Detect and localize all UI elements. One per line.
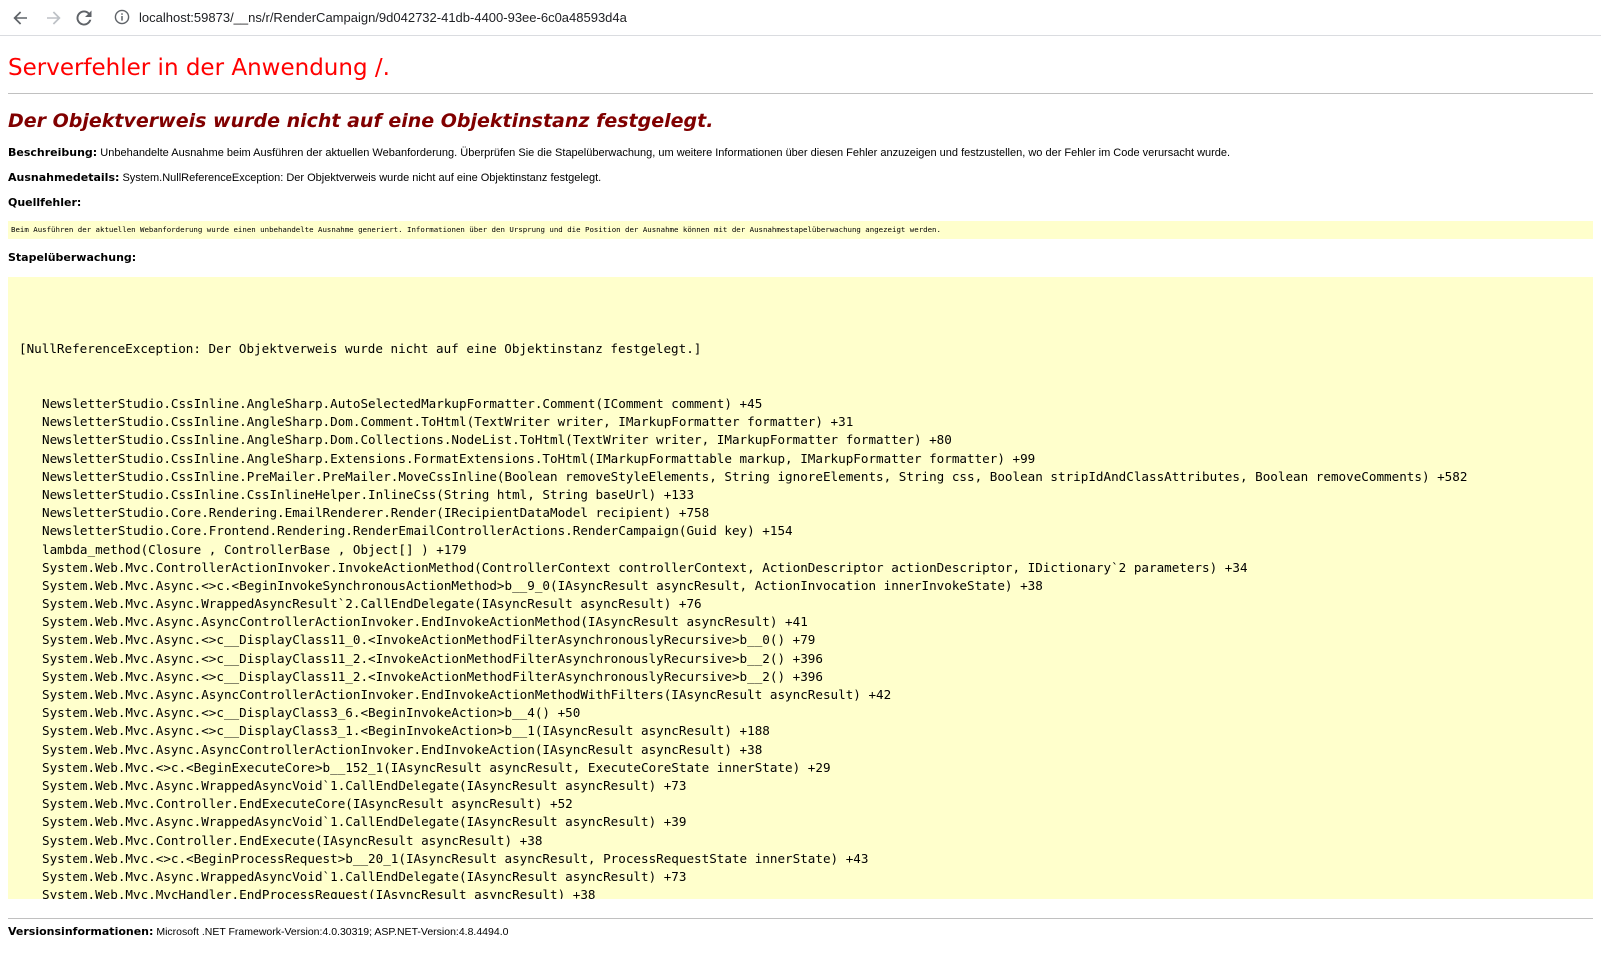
stack-frame: System.Web.Mvc.Async.<>c__DisplayClass11…	[42, 668, 823, 684]
description-label: Beschreibung:	[8, 146, 98, 159]
stack-frame: NewsletterStudio.CssInline.CssInlineHelp…	[42, 486, 695, 502]
stack-frame: NewsletterStudio.CssInline.AngleSharp.Ex…	[42, 450, 1036, 466]
title-divider	[8, 93, 1593, 94]
stack-frame: System.Web.Mvc.Async.<>c__DisplayClass11…	[42, 632, 816, 648]
stack-frame: NewsletterStudio.CssInline.AngleSharp.Do…	[42, 414, 854, 430]
stack-frame: lambda_method(Closure , ControllerBase ,…	[42, 541, 467, 557]
stack-frame: System.Web.Mvc.Controller.EndExecute(IAs…	[42, 832, 543, 848]
reload-button[interactable]	[73, 7, 95, 29]
stack-frame: NewsletterStudio.CssInline.PreMailer.Pre…	[42, 468, 1468, 484]
source-error-label: Quellfehler:	[8, 196, 82, 209]
exception-text: System.NullReferenceException: Der Objek…	[122, 172, 602, 184]
forward-button[interactable]	[42, 7, 64, 29]
version-label: Versionsinformationen:	[8, 925, 154, 938]
error-subtitle: Der Objektverweis wurde nicht auf eine O…	[8, 110, 714, 132]
forward-arrow-icon	[47, 11, 61, 25]
browser-toolbar: localhost:59873/__ns/r/RenderCampaign/9d…	[0, 0, 1601, 36]
stack-frame: System.Web.Mvc.Async.WrappedAsyncResult`…	[42, 596, 702, 612]
version-text: Microsoft .NET Framework-Version:4.0.303…	[156, 926, 509, 938]
stack-frame: System.Web.Mvc.Async.AsyncControllerActi…	[42, 687, 892, 702]
stack-frame: System.Web.Mvc.Async.AsyncControllerActi…	[42, 741, 763, 757]
stack-trace-section: Stapelüberwachung:	[8, 251, 1593, 265]
exception-label: Ausnahmedetails:	[8, 171, 120, 184]
stack-trace-label: Stapelüberwachung:	[8, 251, 137, 264]
stack-frame: System.Web.Mvc.Async.WrappedAsyncVoid`1.…	[42, 777, 687, 793]
info-icon[interactable]	[114, 9, 130, 25]
source-error-section: Quellfehler:	[8, 196, 1593, 210]
description-text: Unbehandelte Ausnahme beim Ausführen der…	[100, 147, 1231, 159]
version-info: Versionsinformationen: Microsoft .NET Fr…	[8, 925, 1593, 939]
reload-icon	[76, 10, 92, 26]
stack-frame: System.Web.Mvc.Async.WrappedAsyncVoid`1.…	[42, 868, 687, 884]
back-button[interactable]	[10, 7, 32, 29]
stack-trace-header: [NullReferenceException: Der Objektverwe…	[19, 341, 702, 357]
stack-frame: System.Web.Mvc.ControllerActionInvoker.I…	[42, 559, 1248, 575]
back-arrow-icon	[13, 11, 27, 25]
address-bar[interactable]: localhost:59873/__ns/r/RenderCampaign/9d…	[139, 10, 627, 25]
stack-frame: System.Web.Mvc.<>c.<BeginExecuteCore>b__…	[42, 759, 831, 775]
stack-frame: System.Web.Mvc.Async.AsyncControllerActi…	[42, 614, 808, 630]
stack-frame: NewsletterStudio.CssInline.AngleSharp.Au…	[42, 396, 763, 411]
stack-frame: NewsletterStudio.Core.Frontend.Rendering…	[42, 523, 793, 539]
stack-frame: System.Web.Mvc.MvcHandler.EndProcessRequ…	[42, 887, 596, 899]
stack-trace-box: [NullReferenceException: Der Objektverwe…	[8, 277, 1593, 899]
stack-frame: NewsletterStudio.CssInline.AngleSharp.Do…	[42, 432, 952, 448]
footer-divider	[8, 918, 1593, 919]
stack-frame: System.Web.Mvc.Async.<>c.<BeginInvokeSyn…	[42, 577, 1043, 593]
stack-frame: System.Web.Mvc.Controller.EndExecuteCore…	[42, 796, 573, 812]
exception-details-section: Ausnahmedetails: System.NullReferenceExc…	[8, 171, 1593, 185]
stack-frame: NewsletterStudio.Core.Rendering.EmailRen…	[42, 505, 710, 521]
stack-frame: System.Web.Mvc.Async.<>c__DisplayClass3_…	[42, 723, 770, 739]
stack-frame: System.Web.Mvc.Async.<>c__DisplayClass11…	[42, 650, 823, 666]
stack-frame: System.Web.Mvc.<>c.<BeginProcessRequest>…	[42, 850, 869, 866]
stack-frame: System.Web.Mvc.Async.WrappedAsyncVoid`1.…	[42, 814, 687, 830]
description-section: Beschreibung: Unbehandelte Ausnahme beim…	[8, 146, 1593, 160]
source-error-box: Beim Ausführen der aktuellen Webanforder…	[8, 221, 1593, 239]
stack-frame: System.Web.Mvc.Async.<>c__DisplayClass3_…	[42, 705, 581, 721]
error-page: Serverfehler in der Anwendung /. Der Obj…	[8, 36, 1593, 939]
page-title: Serverfehler in der Anwendung /.	[8, 55, 390, 81]
